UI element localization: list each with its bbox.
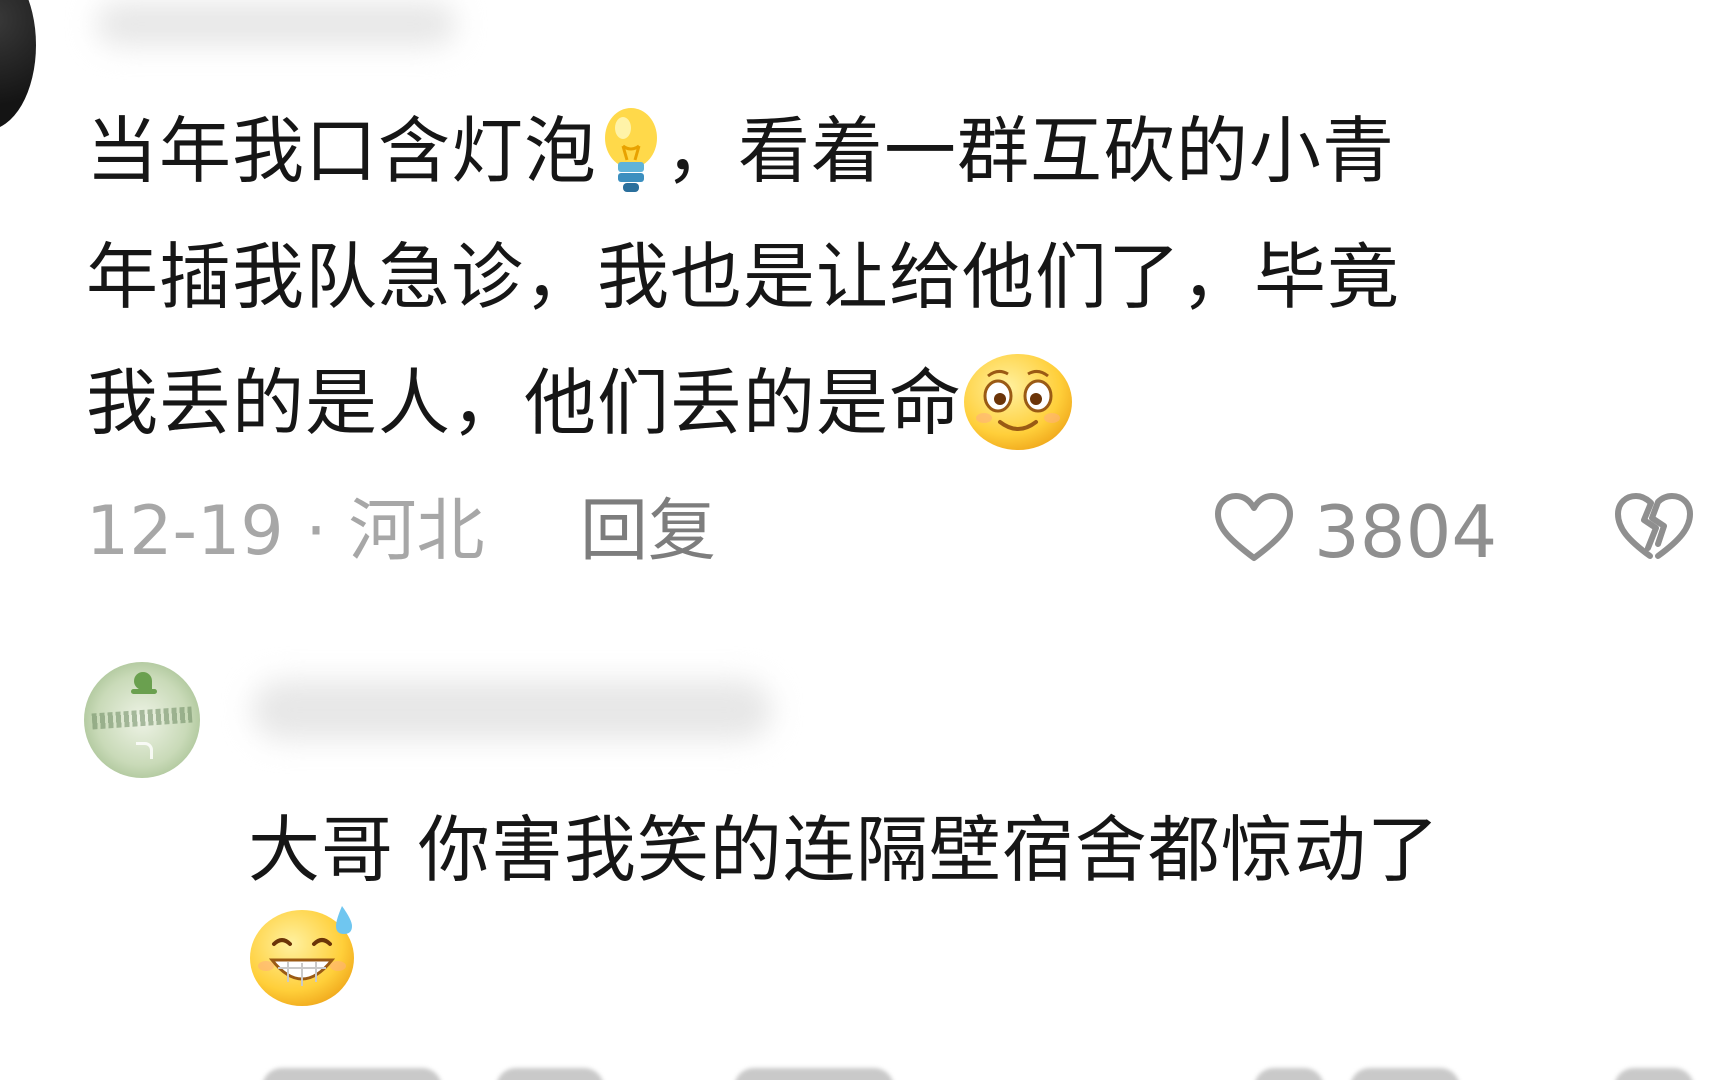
reply-text: 大哥 你害我笑的连隔壁宿舍都惊动了 [248,800,1688,1008]
reply-text-content: 大哥 你害我笑的连隔壁宿舍都惊动了 [248,808,1440,892]
next-comment-cut-off [0,1062,1728,1080]
smiling-face-emoji-icon [962,352,1074,452]
avatar-tiktok-icon [136,742,153,759]
comment-text-line-2: 年插我队急诊，我也是让给他们了，毕竟 [86,235,1401,319]
comment-text: 当年我口含灯泡 ，看着一群互砍的小青 年插我队急诊，我也是让给他们了，毕竟 我丢… [86,88,1666,466]
avatar-sprout-base [131,689,157,694]
comment-date-location: 12-19 · 河北 [86,492,485,571]
comment-text-line-3: 我丢的是人，他们丢的是命 [86,361,963,445]
replier-avatar[interactable] [84,662,200,778]
avatar-sprout-icon [134,672,152,690]
commenter-name-blurred[interactable] [96,2,456,46]
grinning-sweat-emoji-icon [248,902,360,1008]
comment-text-part-2: ，看着一群互砍的小青 [665,109,1396,193]
heart-outline-icon[interactable] [1214,492,1294,564]
avatar-handwriting [91,706,193,730]
broken-heart-icon[interactable] [1614,492,1694,564]
commenter-avatar[interactable] [0,0,36,130]
lightbulb-emoji-icon [601,104,661,200]
reply-button[interactable]: 回复 [580,492,716,572]
comment-text-part-1: 当年我口含灯泡 [86,109,598,193]
replier-name-blurred[interactable] [252,680,772,740]
like-count: 3804 [1314,490,1498,574]
comment-thread-screen: 当年我口含灯泡 ，看着一群互砍的小青 年插我队急诊，我也是让给他们了，毕竟 我丢… [0,0,1728,1080]
